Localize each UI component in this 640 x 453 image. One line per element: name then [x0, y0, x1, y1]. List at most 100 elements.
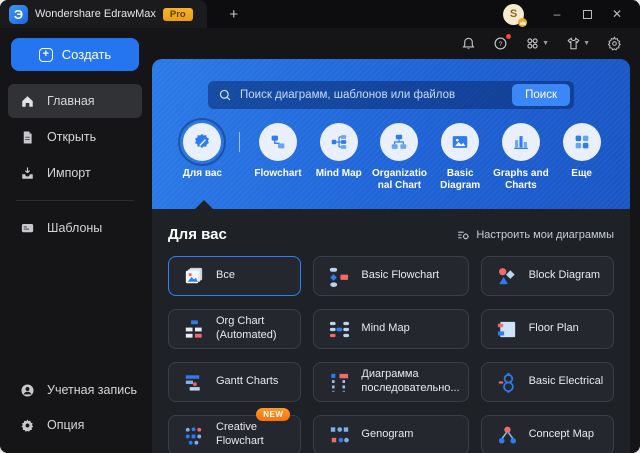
new-tab-button[interactable]: +	[223, 6, 245, 23]
customize-diagrams-link[interactable]: Настроить мои диаграммы	[456, 228, 614, 242]
category-label: Для вас	[182, 168, 222, 179]
import-icon	[22, 167, 33, 179]
account-icon	[21, 384, 34, 396]
sidebar-item-label: Опция	[47, 418, 85, 432]
card-sequence-diagram[interactable]: Диаграмма последовательно...	[313, 362, 469, 402]
creative-flowchart-icon	[185, 426, 202, 445]
category-org-chart[interactable]: Organizational Chart	[371, 121, 428, 192]
card-genogram[interactable]: Genogram	[313, 415, 469, 453]
card-label: Block Diagram	[528, 269, 601, 282]
maximize-button[interactable]	[572, 0, 602, 28]
titlebar: Э Wondershare EdrawMax Pro + S – ✕	[0, 0, 640, 28]
hero-banner: Поиск Для вас	[152, 59, 630, 209]
sidebar-item-home[interactable]: Главная	[8, 84, 142, 118]
card-all[interactable]: Все	[168, 256, 302, 296]
basic-diagram-icon	[441, 123, 480, 161]
mindmap-icon	[319, 123, 358, 161]
plus-icon: +	[38, 47, 53, 62]
category-mind-map[interactable]: Mind Map	[310, 121, 367, 180]
category-for-you[interactable]: Для вас	[174, 118, 231, 180]
card-gantt-charts[interactable]: Gantt Charts	[168, 362, 302, 402]
sidebar-item-label: Учетная запись	[47, 383, 138, 397]
bar-chart-icon	[501, 123, 540, 161]
gantt-icon	[185, 374, 200, 391]
floor-plan-icon	[497, 321, 515, 337]
category-divider	[238, 132, 240, 152]
all-templates-icon	[185, 267, 203, 283]
category-label: Flowchart	[254, 168, 302, 179]
electrical-icon	[498, 372, 514, 393]
card-mind-map[interactable]: Mind Map	[313, 309, 469, 349]
notification-dot	[506, 34, 512, 39]
orgchart-icon	[380, 123, 419, 161]
card-label: Basic Electrical	[528, 375, 604, 388]
crown-badge-icon	[518, 17, 527, 27]
category-label: Basic Diagram	[440, 168, 481, 191]
card-label: Floor Plan	[528, 322, 579, 335]
category-label: Еще	[571, 168, 592, 179]
category-label: Mind Map	[315, 168, 362, 179]
category-row: Для вас Flowchart Mind Map Organizationa…	[152, 109, 630, 192]
sidebar-item-account[interactable]: Учетная запись	[8, 373, 142, 407]
document-tab[interactable]: Э Wondershare EdrawMax Pro	[0, 0, 207, 28]
titlebar-right: S – ✕	[503, 0, 640, 28]
search-icon	[219, 89, 231, 101]
basic-flowchart-icon	[330, 267, 349, 287]
card-label: Basic Flowchart	[361, 269, 440, 282]
card-label: Mind Map	[361, 322, 410, 335]
card-label: Диаграмма последовательно...	[361, 368, 460, 394]
sidebar-item-templates[interactable]: Шаблоны	[8, 211, 142, 245]
category-basic-diagram[interactable]: Basic Diagram	[432, 121, 489, 192]
minimize-button[interactable]: –	[542, 0, 572, 28]
category-more[interactable]: Еще	[553, 121, 610, 180]
card-org-chart-automated[interactable]: Org Chart (Automated)	[168, 309, 302, 349]
sidebar-item-label: Главная	[47, 94, 95, 108]
card-label: Gantt Charts	[216, 375, 279, 388]
card-floor-plan[interactable]: Floor Plan	[480, 309, 614, 349]
help-icon[interactable]: ?	[493, 34, 512, 51]
close-button[interactable]: ✕	[602, 0, 632, 28]
templates-section: Для вас Настроить мои диаграммы Все Basi…	[152, 200, 630, 453]
card-creative-flowchart[interactable]: NEW Creative Flowchart	[168, 408, 302, 453]
category-label: Graphs and Charts	[493, 168, 549, 191]
search-button[interactable]: Поиск	[512, 84, 570, 106]
more-grid-icon	[562, 123, 601, 161]
search-input[interactable]	[240, 89, 513, 101]
concept-map-icon	[498, 426, 516, 444]
category-flowchart[interactable]: Flowchart	[250, 121, 307, 180]
genogram-icon	[331, 426, 350, 442]
workspace-icon[interactable]: ▼	[525, 36, 549, 51]
card-block-diagram[interactable]: Block Diagram	[480, 256, 614, 296]
search-box: Поиск	[208, 81, 574, 109]
card-label: Concept Map	[528, 428, 595, 441]
bell-icon[interactable]	[461, 36, 476, 51]
sidebar-item-label: Шаблоны	[47, 221, 103, 235]
gear-icon	[21, 418, 34, 432]
mind-map-icon	[330, 321, 350, 337]
selected-category-notch	[194, 200, 214, 210]
home-icon	[22, 95, 33, 107]
open-file-icon	[23, 131, 32, 143]
chevron-down-icon: ▼	[583, 40, 590, 47]
sidebar-item-open[interactable]: Открыть	[8, 120, 142, 154]
sidebar-item-import[interactable]: Импорт	[8, 156, 142, 190]
settings-icon[interactable]	[607, 36, 622, 51]
org-chart-icon	[185, 319, 202, 338]
section-title: Для вас	[168, 226, 227, 243]
customize-icon	[458, 231, 470, 240]
card-concept-map[interactable]: Concept Map	[480, 415, 614, 453]
category-graphs-charts[interactable]: Graphs and Charts	[493, 121, 550, 192]
top-toolbar: ? ▼ ▼	[150, 28, 640, 59]
sidebar-item-options[interactable]: Опция	[8, 408, 142, 442]
sidebar-item-label: Открыть	[47, 130, 97, 144]
template-grid: Все Basic Flowchart Block Diagram Org Ch…	[168, 256, 614, 453]
sidebar: + Создать Главная Открыть Импорт Шаблоны	[0, 28, 150, 453]
svg-text:?: ?	[499, 41, 503, 48]
sidebar-item-label: Импорт	[47, 166, 91, 180]
card-basic-flowchart[interactable]: Basic Flowchart	[313, 256, 469, 296]
create-button[interactable]: + Создать	[11, 38, 139, 71]
card-label: Все	[216, 269, 235, 282]
avatar[interactable]: S	[503, 3, 527, 27]
theme-icon[interactable]: ▼	[566, 36, 590, 51]
card-basic-electrical[interactable]: Basic Electrical	[480, 362, 614, 402]
